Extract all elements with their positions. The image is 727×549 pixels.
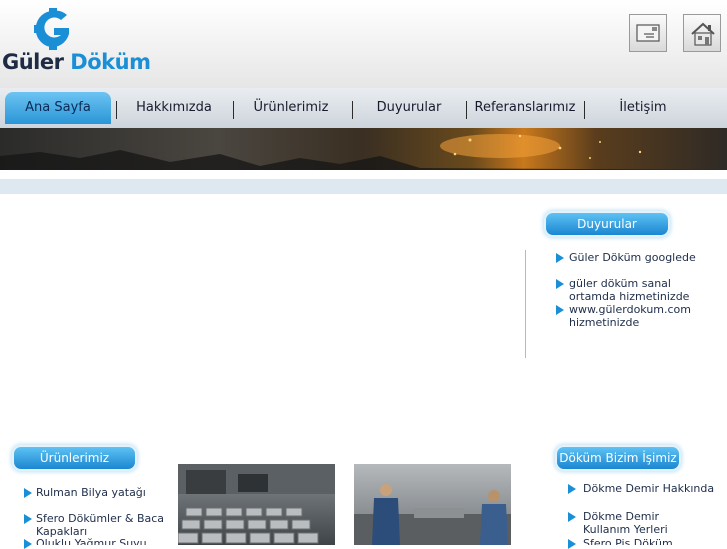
brand-word-2: Döküm bbox=[70, 50, 151, 74]
mail-icon[interactable] bbox=[629, 14, 667, 52]
duyuru-link[interactable]: www.gülerdokum.com hizmetinizde bbox=[569, 303, 694, 329]
duyuru-link[interactable]: Güler Döküm googlede bbox=[569, 251, 719, 264]
nav-referanslarimiz[interactable]: Referanslarımız bbox=[472, 92, 578, 124]
brand-logo[interactable]: Güler Döküm bbox=[2, 50, 151, 74]
nav-separator bbox=[466, 101, 467, 119]
urun-link[interactable]: Sfero Dökümler & Baca Kapakları bbox=[36, 512, 166, 538]
dokum-link[interactable]: Dökme Demir Kullanım Yerleri bbox=[583, 510, 703, 536]
arrow-bullet-icon bbox=[24, 488, 32, 498]
urun-link[interactable]: Rulman Bilya yatağı bbox=[36, 486, 166, 499]
arrow-bullet-icon bbox=[24, 539, 32, 549]
nav-separator bbox=[352, 101, 353, 119]
home-icon[interactable] bbox=[683, 14, 721, 52]
urunlerimiz-heading: Ürünlerimiz bbox=[14, 447, 135, 469]
arrow-bullet-icon bbox=[568, 512, 576, 522]
nav-urunlerimiz[interactable]: Ürünlerimiz bbox=[240, 92, 342, 124]
dokum-link[interactable]: Sfero Pis Döküm bbox=[583, 537, 713, 545]
nav-separator bbox=[116, 101, 117, 119]
arrow-bullet-icon bbox=[556, 279, 564, 289]
duyurular-heading: Duyurular bbox=[546, 213, 668, 235]
product-photo-2[interactable] bbox=[354, 464, 511, 545]
arrow-bullet-icon bbox=[568, 539, 576, 549]
divider bbox=[525, 250, 526, 358]
foundry-banner-image bbox=[0, 128, 727, 170]
arrow-bullet-icon bbox=[556, 253, 564, 263]
arrow-bullet-icon bbox=[24, 514, 32, 524]
duyuru-link[interactable]: güler döküm sanal ortamda hizmetinizde bbox=[569, 277, 694, 303]
nav-duyurular[interactable]: Duyurular bbox=[360, 92, 458, 124]
urun-link[interactable]: Oluklu Yağmur Suyu bbox=[36, 537, 166, 545]
brand-word-1: Güler bbox=[2, 50, 64, 74]
nav-separator bbox=[233, 101, 234, 119]
arrow-bullet-icon bbox=[568, 484, 576, 494]
dokum-link[interactable]: Dökme Demir Hakkında bbox=[583, 482, 725, 495]
arrow-bullet-icon bbox=[556, 305, 564, 315]
logo-gear-icon[interactable] bbox=[34, 8, 72, 50]
nav-hakkimizda[interactable]: Hakkımızda bbox=[122, 92, 226, 124]
header: Güler Döküm bbox=[0, 0, 727, 88]
product-photo-1[interactable] bbox=[178, 464, 335, 545]
content-top-strip bbox=[0, 179, 727, 194]
nav-iletisim[interactable]: İletişim bbox=[595, 92, 691, 124]
dokum-heading: Döküm Bizim İşimiz bbox=[557, 447, 679, 469]
nav-ana-sayfa[interactable]: Ana Sayfa bbox=[5, 92, 111, 124]
nav-separator bbox=[584, 101, 585, 119]
